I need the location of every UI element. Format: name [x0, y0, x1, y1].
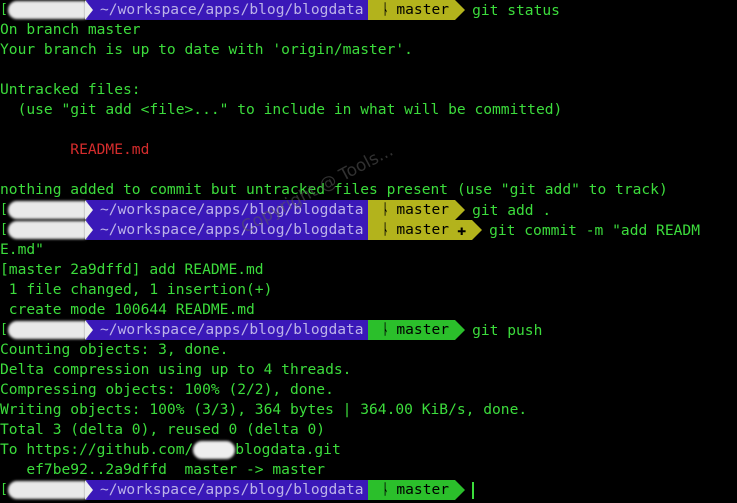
redacted-username: [193, 441, 236, 459]
separator-arrow-icon: [472, 220, 483, 240]
prompt-bracket: [: [0, 322, 8, 337]
output-line: (use "git add <file>..." to include in w…: [0, 101, 563, 118]
separator-arrow-icon: [85, 220, 93, 240]
git-branch-segment: ᚿ master: [367, 320, 456, 340]
shell-prompt: [ ~/workspace/apps/blog/blogdata ᚿ maste…: [0, 200, 737, 220]
command-text: git add .: [472, 201, 552, 219]
terminal-window[interactable]: [ ~/workspace/apps/blog/blogdata ᚿ maste…: [0, 0, 737, 503]
output-line: Compressing objects: 100% (2/2), done.: [0, 381, 334, 398]
git-branch-name: master: [396, 481, 450, 498]
prompt-bracket: [: [0, 2, 8, 17]
prompt-path: ~/workspace/apps/blog/blogdata: [86, 320, 368, 340]
git-branch-segment: ᚿ master: [367, 200, 456, 220]
separator-arrow-icon: [455, 0, 466, 20]
prompt-path: ~/workspace/apps/blog/blogdata: [86, 0, 368, 20]
shell-prompt: [ ~/workspace/apps/blog/blogdata ᚿ maste…: [0, 480, 737, 500]
command-text: git push: [472, 321, 543, 339]
git-branch-segment: ᚿ master: [367, 0, 456, 20]
separator-arrow-icon: [455, 320, 466, 340]
git-branch-name: master: [396, 221, 450, 238]
output-line: E.md": [0, 241, 44, 258]
git-branch-icon: ᚿ: [381, 481, 389, 498]
output-line: create mode 100644 README.md: [0, 301, 255, 318]
output-line: [master 2a9dffd] add README.md: [0, 261, 264, 278]
shell-prompt: [ ~/workspace/apps/blog/blogdata ᚿ maste…: [0, 220, 737, 240]
prompt-bracket: [: [0, 482, 8, 497]
separator-arrow-icon: [455, 480, 466, 500]
output-line: Delta compression using up to 4 threads.: [0, 361, 352, 378]
prompt-bracket: [: [0, 222, 8, 237]
git-branch-segment: ᚿ master: [367, 480, 456, 500]
separator-arrow-icon: [85, 480, 93, 500]
prompt-path: ~/workspace/apps/blog/blogdata: [86, 220, 368, 240]
prompt-path: ~/workspace/apps/blog/blogdata: [86, 480, 368, 500]
git-branch-segment: ᚿ master ✚: [367, 220, 473, 240]
output-line: 1 file changed, 1 insertion(+): [0, 281, 273, 298]
command-text: git status: [472, 1, 560, 19]
git-branch-icon: ᚿ: [381, 201, 389, 218]
git-branch-name: master: [396, 321, 450, 338]
redacted-user-segment: [8, 321, 86, 339]
redacted-user-segment: [8, 1, 86, 19]
redacted-user-segment: [8, 201, 86, 219]
text-cursor[interactable]: [472, 481, 475, 499]
output-line: Total 3 (delta 0), reused 0 (delta 0): [0, 421, 326, 438]
git-branch-icon: ᚿ: [381, 321, 389, 338]
remote-url-suffix: blogdata.git: [235, 441, 341, 458]
redacted-user-segment: [8, 221, 86, 239]
output-line: To https://github.com/blogdata.git: [0, 440, 737, 460]
prompt-bracket: [: [0, 202, 8, 217]
output-line: Untracked files:: [0, 81, 141, 98]
redacted-user-segment: [8, 481, 86, 499]
output-line: Writing objects: 100% (3/3), 364 bytes |…: [0, 401, 528, 418]
git-branch-name: master: [396, 201, 450, 218]
git-branch-icon: ᚿ: [381, 221, 389, 238]
shell-prompt: [ ~/workspace/apps/blog/blogdata ᚿ maste…: [0, 0, 737, 20]
output-line: nothing added to commit but untracked fi…: [0, 181, 668, 198]
output-line: On branch master: [0, 21, 141, 38]
staged-plus-icon: ✚: [457, 221, 467, 239]
separator-arrow-icon: [85, 0, 93, 20]
output-line: Your branch is up to date with 'origin/m…: [0, 41, 413, 58]
git-branch-icon: ᚿ: [381, 1, 389, 18]
command-text: git commit -m "add READM: [489, 221, 700, 239]
separator-arrow-icon: [85, 200, 93, 220]
output-line: Counting objects: 3, done.: [0, 341, 229, 358]
shell-prompt: [ ~/workspace/apps/blog/blogdata ᚿ maste…: [0, 320, 737, 340]
separator-arrow-icon: [455, 200, 466, 220]
untracked-file: README.md: [0, 141, 150, 158]
remote-url-prefix: To https://github.com/: [0, 441, 194, 458]
prompt-path: ~/workspace/apps/blog/blogdata: [86, 200, 368, 220]
git-branch-name: master: [396, 1, 450, 18]
output-line: ef7be92..2a9dffd master -> master: [0, 461, 326, 478]
separator-arrow-icon: [85, 320, 93, 340]
